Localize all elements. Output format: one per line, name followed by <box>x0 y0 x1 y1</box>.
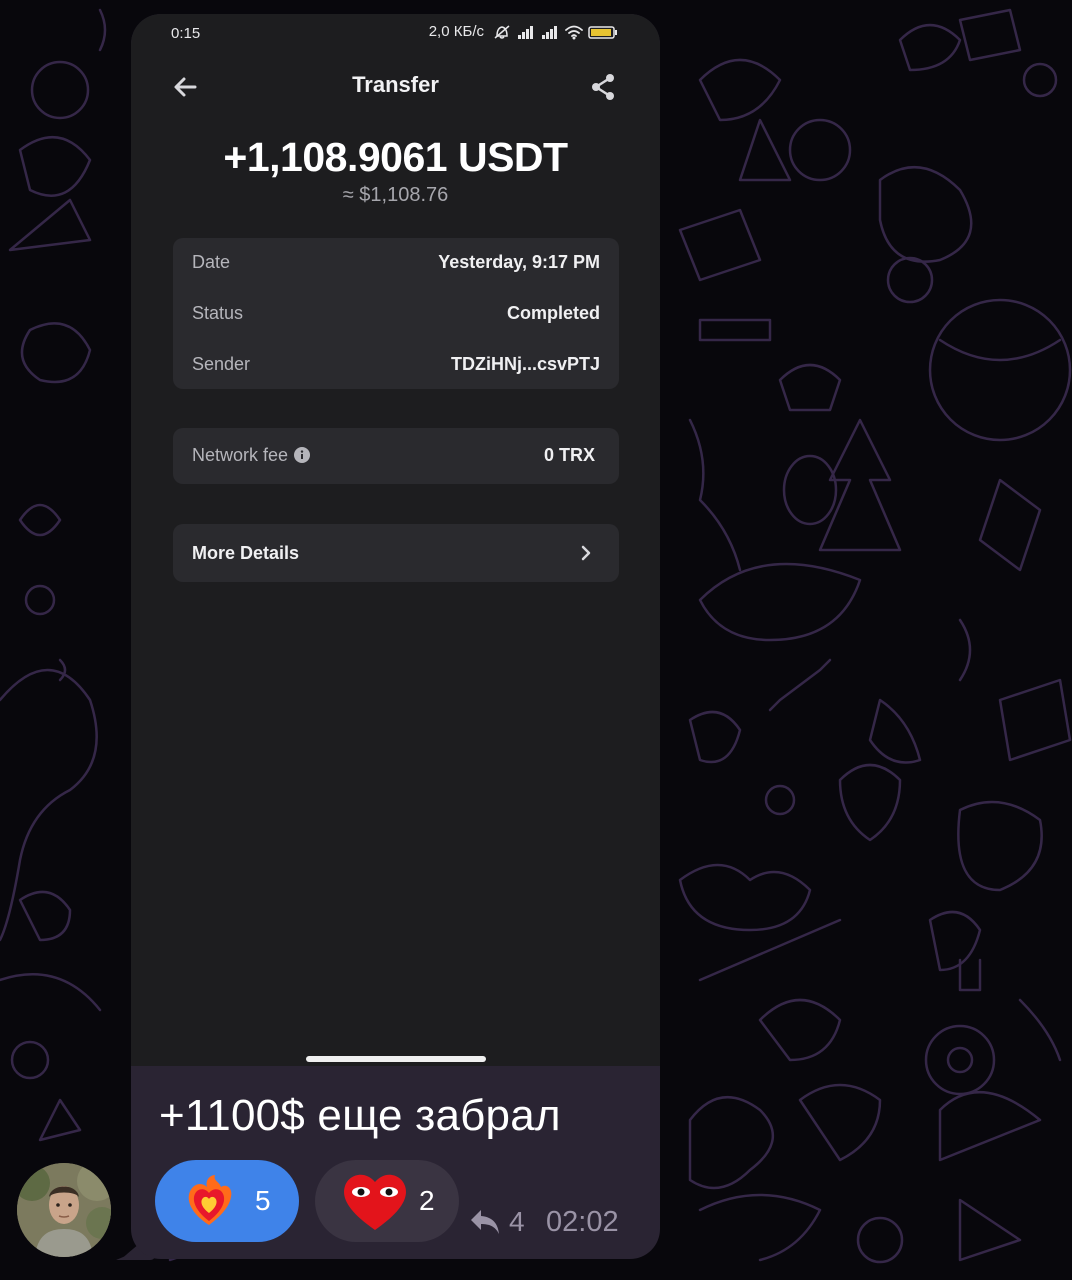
detail-row-status: Status Completed <box>192 299 600 329</box>
page-title: Transfer <box>352 72 439 97</box>
message-text: +1100$ еще забрал <box>159 1091 561 1140</box>
share-icon[interactable] <box>586 70 620 104</box>
reaction-count: 2 <box>419 1185 435 1216</box>
detail-label: Date <box>192 252 231 272</box>
detail-row-sender: Sender TDZiHNj...csvPTJ <box>192 350 600 380</box>
reaction-count: 5 <box>255 1185 271 1216</box>
fire-heart-icon <box>188 1175 232 1225</box>
reaction-fire-heart[interactable]: 5 <box>155 1160 299 1242</box>
transfer-amount: +1,108.9061 USDT <box>223 134 568 180</box>
fee-row: Network fee 0 TRX <box>192 441 595 471</box>
battery-icon <box>588 25 617 39</box>
app-bar: Transfer <box>131 66 660 106</box>
more-details-button[interactable]: More Details <box>173 524 619 582</box>
reply-arrow-icon <box>471 1210 499 1234</box>
info-icon[interactable] <box>294 447 311 463</box>
reaction-heart-eyes[interactable]: 2 <box>315 1160 459 1242</box>
red-heart-eyes-icon <box>344 1174 406 1230</box>
network-speed: 2,0 КБ/с <box>428 23 484 40</box>
signal-icon <box>518 25 533 39</box>
avatar[interactable] <box>17 1163 111 1257</box>
detail-value: Yesterday, 9:17 PM <box>438 252 600 272</box>
message-bubble[interactable]: 0:15 2,0 КБ/с Transfer +1,108.9061 USDT … <box>131 14 660 1259</box>
fee-label: Network fee <box>192 445 311 466</box>
status-time: 0:15 <box>171 25 201 42</box>
signal-icon <box>542 25 557 39</box>
status-icons: 2,0 КБ/с <box>429 23 618 40</box>
user-photo <box>17 1163 111 1257</box>
mute-bell-icon <box>494 24 510 39</box>
fee-value: 0 TRX <box>543 445 595 465</box>
phone-status-bar: 0:15 2,0 КБ/с <box>131 14 660 54</box>
transfer-screenshot[interactable]: 0:15 2,0 КБ/с Transfer +1,108.9061 USDT … <box>131 14 660 1066</box>
detail-label: Sender <box>192 354 251 374</box>
message-time: 02:02 <box>546 1206 619 1238</box>
more-details-label: More Details <box>192 543 300 563</box>
replies-counter[interactable]: 4 <box>469 1206 525 1238</box>
details-card: Date Yesterday, 9:17 PM Status Completed… <box>173 238 619 389</box>
wifi-icon <box>565 25 583 39</box>
detail-label: Status <box>192 303 244 323</box>
network-fee-card: Network fee 0 TRX <box>173 428 619 484</box>
chevron-right-icon <box>581 545 591 561</box>
reply-count: 4 <box>509 1206 525 1237</box>
detail-row-date: Date Yesterday, 9:17 PM <box>192 248 600 278</box>
home-indicator <box>306 1056 486 1062</box>
fee-label-text: Network fee <box>192 445 289 465</box>
fiat-amount: ≈ $1,108.76 <box>342 184 449 206</box>
sender-address[interactable]: TDZiHNj...csvPTJ <box>451 354 600 375</box>
detail-value: Completed <box>506 303 600 323</box>
